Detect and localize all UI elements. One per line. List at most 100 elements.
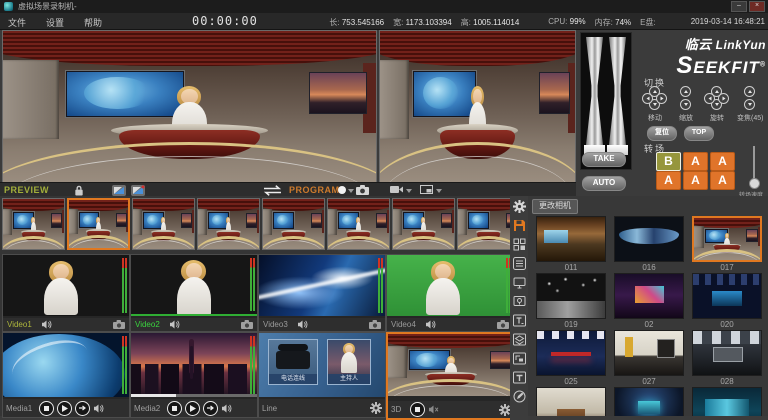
media2-speaker-icon[interactable] bbox=[221, 404, 232, 413]
menu-file[interactable]: 文件 bbox=[8, 16, 26, 29]
reset-button[interactable]: 复位 bbox=[647, 126, 677, 141]
side-toolbar bbox=[510, 196, 528, 420]
minimize-button[interactable]: – bbox=[731, 1, 747, 12]
move-right-button[interactable] bbox=[656, 93, 667, 104]
strip-thumbnail[interactable] bbox=[197, 198, 260, 250]
strip-thumbnail[interactable] bbox=[2, 198, 65, 250]
title-text-icon[interactable] bbox=[513, 371, 526, 384]
media2-thumbnail[interactable] bbox=[131, 333, 257, 397]
strip-thumbnail-selected[interactable] bbox=[67, 198, 130, 250]
monitor-icon[interactable] bbox=[513, 276, 526, 289]
scene-thumbnail-020[interactable]: 020 bbox=[692, 273, 762, 329]
camcorder-dropdown-icon[interactable] bbox=[406, 189, 412, 193]
transition-button-a2[interactable]: A bbox=[710, 152, 735, 171]
scene-thumbnail-019[interactable]: 019 bbox=[536, 273, 606, 329]
window-title: 虚拟场景录制机- bbox=[18, 1, 77, 12]
t-bar-fader[interactable] bbox=[580, 32, 632, 170]
zoom-out-button[interactable] bbox=[744, 99, 755, 110]
subtitle-text-icon[interactable] bbox=[513, 314, 526, 327]
settings-gear-icon[interactable] bbox=[513, 200, 526, 213]
video4-thumbnail[interactable] bbox=[387, 255, 513, 316]
close-button[interactable]: × bbox=[749, 1, 765, 12]
video3-thumbnail[interactable] bbox=[259, 255, 385, 316]
transition-button-b[interactable]: B bbox=[656, 152, 681, 171]
take-button[interactable]: TAKE bbox=[582, 152, 626, 167]
media1-loop-button[interactable] bbox=[75, 401, 90, 416]
playlist-icon[interactable] bbox=[513, 257, 526, 270]
strip-thumbnail[interactable] bbox=[132, 198, 195, 250]
video1-speaker-icon[interactable] bbox=[41, 320, 52, 329]
video2-settings-icon[interactable] bbox=[241, 320, 253, 329]
transition-button-a1[interactable]: A bbox=[683, 152, 708, 171]
rotate-left-button[interactable] bbox=[704, 93, 715, 104]
scene-thumbnail-02[interactable]: 02 bbox=[614, 273, 684, 329]
pip-dropdown-icon[interactable] bbox=[436, 189, 442, 193]
lock-icon[interactable] bbox=[74, 185, 84, 196]
scene-thumbnail[interactable] bbox=[692, 387, 762, 416]
media2-stop-button[interactable] bbox=[167, 401, 182, 416]
scene-thumbnail[interactable] bbox=[536, 387, 606, 416]
scene-thumbnail[interactable] bbox=[614, 387, 684, 416]
menu-help[interactable]: 帮助 bbox=[84, 16, 102, 29]
threed-speaker-muted-icon[interactable] bbox=[428, 405, 439, 414]
media2-play-button[interactable] bbox=[185, 401, 200, 416]
transition-button-a4[interactable]: A bbox=[683, 171, 708, 190]
media2-loop-button[interactable] bbox=[203, 401, 218, 416]
record-icon[interactable] bbox=[338, 186, 346, 194]
save-icon[interactable] bbox=[513, 219, 526, 232]
media1-speaker-icon[interactable] bbox=[93, 404, 104, 413]
line-thumbnail[interactable]: 电话连线 主持人 bbox=[259, 333, 385, 397]
transition-wipe-alt-icon[interactable] bbox=[131, 185, 145, 196]
media1-play-button[interactable] bbox=[57, 401, 72, 416]
auto-button[interactable]: AUTO bbox=[582, 176, 626, 191]
change-camera-tab[interactable]: 更改相机 bbox=[532, 199, 578, 214]
frame-crop-icon[interactable] bbox=[513, 352, 526, 365]
video3-settings-icon[interactable] bbox=[369, 320, 381, 329]
record-dropdown-icon[interactable] bbox=[348, 189, 354, 193]
zoom-in-button[interactable] bbox=[744, 86, 755, 97]
strip-thumbnail[interactable] bbox=[392, 198, 455, 250]
scene-thumbnail-011[interactable]: 011 bbox=[536, 216, 606, 272]
transition-button-a5[interactable]: A bbox=[710, 171, 735, 190]
line-settings-gear-icon[interactable] bbox=[370, 402, 382, 414]
scale-down-button[interactable] bbox=[680, 99, 691, 110]
layers-icon[interactable] bbox=[513, 333, 526, 346]
line-source-phone[interactable]: 电话连线 bbox=[268, 339, 318, 385]
rotate-right-button[interactable] bbox=[718, 93, 729, 104]
draw-pen-icon[interactable] bbox=[513, 390, 526, 403]
media1-stop-button[interactable] bbox=[39, 401, 54, 416]
video1-thumbnail[interactable] bbox=[3, 255, 129, 316]
scene-thumbnail-025[interactable]: 025 bbox=[536, 330, 606, 386]
video4-settings-icon[interactable] bbox=[497, 320, 509, 329]
threed-stop-button[interactable] bbox=[410, 402, 425, 417]
pip-layout-icon[interactable] bbox=[420, 185, 433, 194]
scene-grid-icon[interactable] bbox=[513, 238, 526, 251]
strip-thumbnail[interactable] bbox=[262, 198, 325, 250]
video4-speaker-icon[interactable] bbox=[425, 320, 436, 329]
media1-thumbnail[interactable] bbox=[3, 333, 129, 397]
top-button[interactable]: TOP bbox=[684, 126, 714, 141]
line-source-host[interactable]: 主持人 bbox=[327, 339, 371, 385]
transition-button-a3[interactable]: A bbox=[656, 171, 681, 190]
transition-speed-knob[interactable] bbox=[749, 178, 760, 189]
strip-thumbnail[interactable] bbox=[327, 198, 390, 250]
video2-thumbnail[interactable] bbox=[131, 255, 257, 316]
video2-speaker-icon[interactable] bbox=[169, 320, 180, 329]
snapshot-camera-icon[interactable] bbox=[356, 185, 369, 195]
move-left-button[interactable] bbox=[642, 93, 653, 104]
video1-settings-icon[interactable] bbox=[113, 320, 125, 329]
scene-thumbnail-028[interactable]: 028 bbox=[692, 330, 762, 386]
camcorder-icon[interactable] bbox=[390, 185, 404, 194]
transition-wipe-icon[interactable] bbox=[112, 185, 126, 196]
scene-thumbnail-017-selected[interactable]: 017 bbox=[692, 216, 762, 272]
video3-speaker-icon[interactable] bbox=[297, 320, 308, 329]
virtual-studio-scene bbox=[380, 31, 575, 183]
scale-up-button[interactable] bbox=[680, 86, 691, 97]
swap-preview-program-icon[interactable] bbox=[260, 185, 285, 196]
monitor-light-icon[interactable] bbox=[513, 295, 526, 308]
scene-thumbnail-016[interactable]: 016 bbox=[614, 216, 684, 272]
scene-thumbnail-027[interactable]: 027 bbox=[614, 330, 684, 386]
virtual-studio-scene bbox=[133, 199, 194, 249]
menu-settings[interactable]: 设置 bbox=[46, 16, 64, 29]
threed-thumbnail[interactable] bbox=[388, 334, 514, 396]
